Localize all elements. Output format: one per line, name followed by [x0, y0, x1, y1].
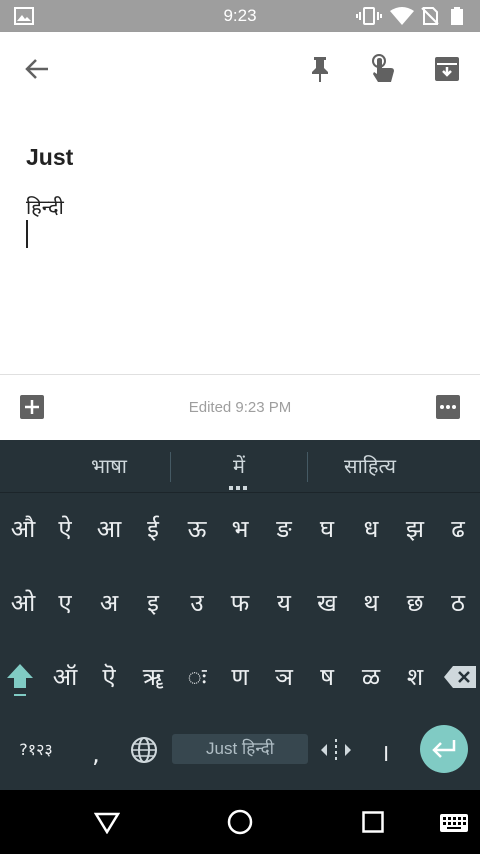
key[interactable]: आ: [87, 512, 131, 545]
key[interactable]: छ: [393, 586, 437, 619]
key[interactable]: ढ: [436, 512, 480, 545]
text-cursor: [26, 220, 28, 248]
key[interactable]: इ: [131, 586, 175, 619]
cursor-move-key[interactable]: [318, 737, 354, 767]
suggestion-3[interactable]: साहित्य: [309, 452, 431, 479]
archive-button[interactable]: [430, 52, 464, 86]
app-bar: [0, 32, 480, 106]
no-sim-icon: [421, 7, 439, 29]
key[interactable]: ऑ: [43, 660, 87, 693]
backspace-icon: [444, 666, 476, 688]
key[interactable]: ऊ: [175, 512, 219, 545]
status-bar: 9:23: [0, 0, 480, 32]
more-horizontal-icon: [436, 395, 460, 419]
suggestion-divider: [307, 452, 308, 482]
more-suggestions-icon[interactable]: [229, 486, 247, 490]
suggestion-divider: [170, 452, 171, 482]
touch-hand-icon: [372, 54, 394, 82]
key[interactable]: ध: [349, 512, 393, 545]
note-bottom-bar: Edited 9:23 PM: [0, 374, 480, 441]
home-nav-button[interactable]: [227, 809, 253, 839]
key[interactable]: श: [393, 660, 437, 693]
enter-arrow-icon: [432, 740, 456, 758]
key[interactable]: घ: [305, 512, 349, 545]
archive-icon: [435, 57, 459, 81]
suggestion-strip: भाषा में साहित्य: [0, 440, 480, 493]
shift-key[interactable]: [5, 662, 35, 704]
key[interactable]: ण: [218, 660, 262, 693]
key[interactable]: अ: [87, 586, 131, 619]
recents-nav-button[interactable]: [362, 811, 384, 837]
recents-square-icon: [362, 811, 384, 833]
backspace-key[interactable]: [443, 665, 477, 693]
key[interactable]: ङ: [262, 512, 306, 545]
back-arrow-icon: [25, 59, 48, 79]
back-button[interactable]: [20, 52, 54, 86]
comma-key[interactable]: ,: [74, 740, 118, 768]
danda-key[interactable]: ।: [363, 736, 407, 769]
suggestion-2[interactable]: में: [172, 452, 306, 479]
key[interactable]: फ: [218, 586, 262, 619]
key[interactable]: ए: [43, 586, 87, 619]
key[interactable]: ॠ: [131, 660, 175, 693]
vibrate-icon: [356, 7, 382, 29]
more-options-button[interactable]: [436, 395, 460, 423]
cursor-arrows-icon: [321, 739, 351, 761]
symbols-key[interactable]: ?१२३: [10, 738, 62, 760]
globe-icon: [131, 737, 157, 763]
space-bar[interactable]: Just हिन्दी: [172, 734, 308, 764]
key[interactable]: ञ: [262, 660, 306, 693]
keyboard-icon: [440, 814, 468, 832]
key[interactable]: ई: [131, 512, 175, 545]
edited-timestamp: Edited 9:23 PM: [188, 399, 292, 416]
reminder-button[interactable]: [366, 52, 400, 86]
system-navigation-bar: [0, 790, 480, 854]
enter-key[interactable]: [420, 725, 468, 773]
wifi-icon: [390, 7, 414, 29]
key[interactable]: ऎ: [87, 660, 131, 693]
keyboard-switch-button[interactable]: [440, 814, 468, 836]
home-circle-icon: [227, 809, 253, 835]
key[interactable]: ळ: [349, 660, 393, 693]
key[interactable]: ठ: [436, 586, 480, 619]
key[interactable]: झ: [393, 512, 437, 545]
note-body[interactable]: हिन्दी: [26, 193, 64, 220]
key[interactable]: ः: [175, 660, 219, 693]
back-nav-button[interactable]: [93, 812, 121, 838]
language-key[interactable]: [130, 736, 158, 768]
key[interactable]: य: [262, 586, 306, 619]
suggestion-1[interactable]: भाषा: [48, 452, 170, 479]
shift-arrow-icon: [7, 664, 33, 696]
key[interactable]: ऐ: [43, 512, 87, 545]
key[interactable]: औ: [1, 512, 45, 545]
pin-icon: [312, 57, 328, 82]
pin-button[interactable]: [303, 52, 337, 86]
note-title[interactable]: Just: [26, 144, 73, 171]
soft-keyboard: भाषा में साहित्य औ ऐ आ ई ऊ भ ङ घ ध झ ढ ओ…: [0, 440, 480, 790]
key[interactable]: ष: [305, 660, 349, 693]
key[interactable]: थ: [349, 586, 393, 619]
key[interactable]: ख: [305, 586, 349, 619]
key[interactable]: भ: [218, 512, 262, 545]
battery-icon: [451, 7, 463, 29]
back-triangle-icon: [93, 812, 121, 835]
key[interactable]: उ: [175, 586, 219, 619]
key[interactable]: ओ: [1, 586, 45, 619]
